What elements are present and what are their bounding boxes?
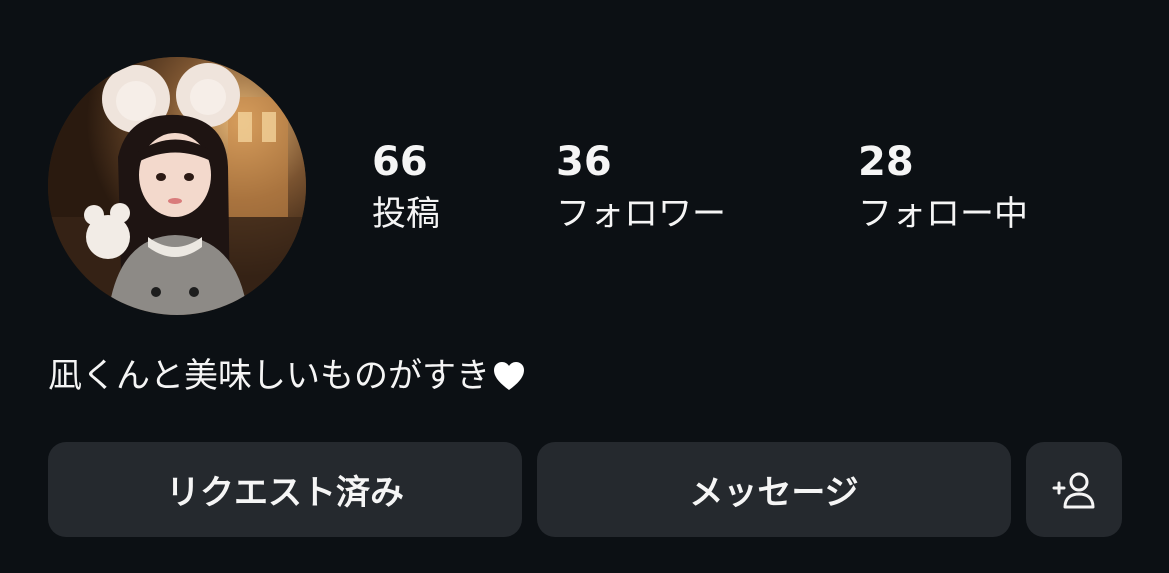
profile-header: 66 投稿 36 フォロワー 28 フォロー中 凪くんと美味しいものがすき リク…: [0, 0, 1169, 573]
following-stat[interactable]: 28 フォロー中: [858, 140, 1028, 234]
bio-text: 凪くんと美味しいものがすき: [48, 356, 490, 396]
followers-count: 36: [556, 139, 612, 185]
following-label: フォロー中: [858, 194, 1028, 234]
add-user-button[interactable]: [1026, 442, 1122, 537]
posts-stat[interactable]: 66 投稿: [372, 140, 440, 234]
heart-icon: [494, 362, 524, 390]
followers-label: フォロワー: [556, 194, 726, 234]
posts-count: 66: [372, 139, 428, 185]
bio: 凪くんと美味しいものがすき: [48, 354, 526, 398]
request-sent-label: リクエスト済み: [166, 473, 404, 513]
posts-label: 投稿: [372, 194, 440, 234]
followers-stat[interactable]: 36 フォロワー: [556, 140, 726, 234]
following-count: 28: [858, 139, 914, 185]
add-user-icon: [1052, 472, 1095, 508]
request-sent-button[interactable]: リクエスト済み: [48, 442, 522, 537]
message-label: メッセージ: [689, 473, 859, 513]
message-button[interactable]: メッセージ: [537, 442, 1011, 537]
avatar[interactable]: [48, 57, 306, 315]
avatar-photo: [48, 57, 306, 315]
